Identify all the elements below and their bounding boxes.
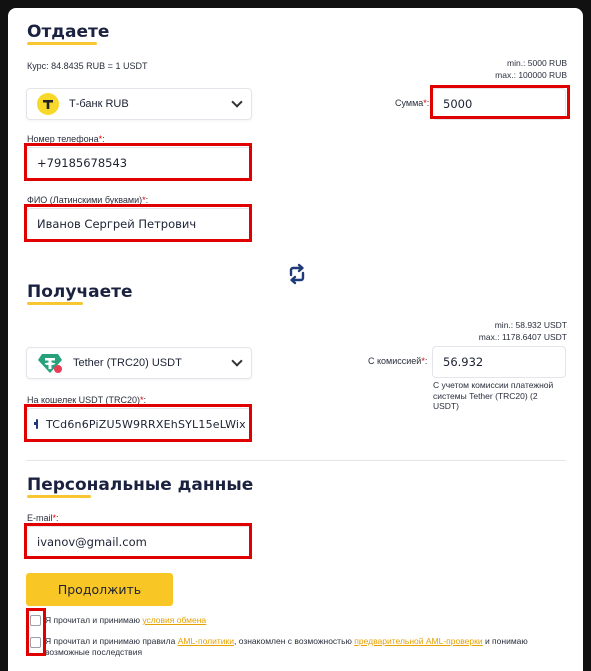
receive-min: min.: 58.932 USDT [494,320,567,330]
window-frame: Отдаете Курс: 84.8435 RUB = 1 USDT min.:… [0,0,591,671]
swap-icon[interactable] [286,263,308,285]
exchange-form-card: Отдаете Курс: 84.8435 RUB = 1 USDT min.:… [8,8,583,671]
give-min: min.: 5000 RUB [507,58,567,68]
terms-text: Я прочитал и принимаю условия обмена [45,615,206,625]
email-label: E-mail*: [27,513,59,523]
personal-title-underline [27,495,91,498]
wallet-highlight [24,404,252,442]
chevron-down-icon [231,96,243,108]
terms-link[interactable]: условия обмена [142,615,206,625]
give-title-underline [27,42,97,45]
aml-policy-link[interactable]: AML-политики [178,636,234,646]
tbank-logo-icon [37,93,59,115]
receive-section-title: Получаете [27,282,133,302]
commission-output: 56.932 [432,346,566,378]
terms-prefix: Я прочитал и принимаю [45,615,143,625]
tether-logo-icon [37,352,63,374]
commission-label: С комиссией*: [368,356,428,366]
give-currency-select[interactable]: Т-банк RUB [26,88,252,120]
receive-title-underline [27,302,83,305]
email-label-text: E-mail [27,513,53,523]
aml-text: Я прочитал и принимаю правила AML-полити… [45,636,565,658]
give-currency-label: Т-банк RUB [69,98,129,110]
section-divider [26,460,566,461]
commission-note: С учетом комиссии платежной системы Teth… [433,380,554,411]
receive-currency-select[interactable]: Tether (TRC20) USDT [26,347,252,379]
amount-highlight [430,85,570,119]
fio-highlight [24,204,252,242]
commission-label-text: С комиссией [368,356,422,366]
give-section-title: Отдаете [27,22,110,42]
aml-prefix: Я прочитал и принимаю правила [45,636,178,646]
give-max: max.: 100000 RUB [495,70,567,80]
checkbox-highlight [26,608,46,656]
email-highlight [24,523,252,559]
aml-check-link[interactable]: предварительной AML-проверки [354,636,482,646]
continue-button[interactable]: Продолжить [26,573,173,606]
receive-max: max.: 1178.6407 USDT [478,332,567,342]
personal-section-title: Персональные данные [27,475,254,495]
amount-label-text: Сумма [395,98,424,108]
phone-highlight [24,143,252,181]
chevron-down-icon [231,355,243,367]
amount-label: Сумма*: [395,98,430,108]
aml-middle: , ознакомлен с возможностью [233,636,355,646]
exchange-rate: Курс: 84.8435 RUB = 1 USDT [27,61,148,71]
receive-currency-label: Tether (TRC20) USDT [73,357,182,369]
